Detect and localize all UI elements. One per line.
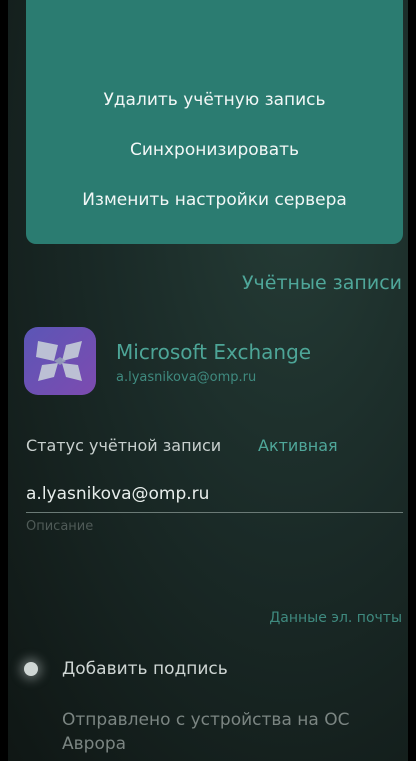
signature-toggle[interactable] — [24, 662, 38, 676]
account-status-value: Активная — [258, 436, 338, 455]
mail-data-section-header: Данные эл. почты — [269, 610, 402, 626]
delete-account-menu-item[interactable]: Удалить учётную запись — [26, 83, 403, 117]
add-signature-label[interactable]: Добавить подпись — [62, 659, 228, 679]
email-field-underline — [26, 512, 403, 513]
pulley-menu: Удалить учётную запись Синхронизировать … — [26, 0, 403, 244]
signature-text-field[interactable]: Отправлено с устройства на ОС Аврора — [62, 708, 392, 756]
page-title: Учётные записи — [241, 272, 402, 294]
account-email: a.lyasnikova@omp.ru — [116, 370, 257, 385]
microsoft-exchange-icon — [24, 327, 96, 395]
account-status-label: Статус учётной записи — [26, 436, 222, 455]
screen-bezel-left — [0, 0, 8, 761]
screen-bezel-right — [408, 0, 416, 761]
sync-menu-item[interactable]: Синхронизировать — [26, 133, 403, 167]
description-field[interactable]: Описание — [26, 519, 93, 534]
email-field[interactable]: a.lyasnikova@omp.ru — [26, 484, 209, 504]
account-name: Microsoft Exchange — [116, 340, 312, 364]
server-settings-menu-item[interactable]: Изменить настройки сервера — [26, 183, 403, 217]
